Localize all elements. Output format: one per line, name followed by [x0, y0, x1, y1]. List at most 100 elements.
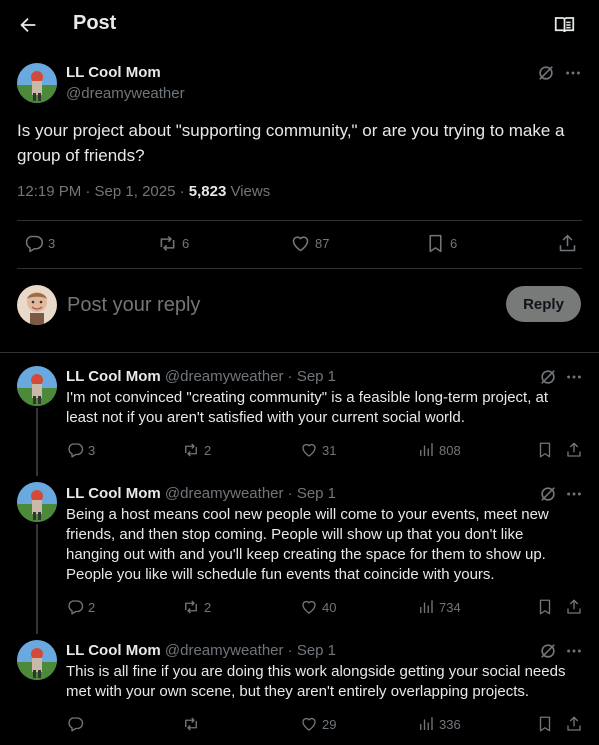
grok-icon[interactable] [537, 64, 555, 82]
reply-button[interactable] [66, 715, 88, 733]
author-name[interactable]: LL Cool Mom [66, 642, 161, 659]
like-count: 87 [315, 236, 330, 251]
thread-line [36, 408, 38, 476]
repost-button[interactable]: 2 [182, 598, 211, 616]
grok-icon[interactable] [539, 485, 557, 503]
bar-chart-icon [417, 598, 435, 616]
post-time[interactable]: 12:19 PM · Sep 1, 2025 · [17, 183, 189, 200]
avatar[interactable] [17, 63, 57, 103]
like-count: 31 [322, 442, 337, 458]
share-button[interactable] [557, 233, 578, 254]
divider [17, 268, 582, 269]
author-name[interactable]: LL Cool Mom [66, 64, 161, 81]
post-meta: 12:19 PM · Sep 1, 2025 · 5,823 Views [17, 183, 270, 200]
share-button[interactable] [565, 441, 583, 459]
reply-icon [66, 598, 84, 616]
post-date[interactable]: · Sep 1 [284, 368, 336, 385]
reply-header: LL Cool Mom @dreamyweather · Sep 1 [66, 485, 336, 502]
avatar[interactable] [17, 366, 57, 406]
share-button[interactable] [565, 598, 583, 616]
reply-text: I'm not convinced "creating community" i… [66, 389, 549, 426]
bar-chart-icon [417, 715, 435, 733]
reply-button[interactable]: 3 [23, 233, 55, 254]
reply-button[interactable]: 2 [66, 598, 95, 616]
author-handle[interactable]: @dreamyweather [165, 368, 284, 385]
repost-count: 2 [204, 599, 212, 615]
repost-count: 2 [204, 442, 212, 458]
like-button[interactable]: 87 [290, 233, 329, 254]
views-button[interactable]: 336 [417, 715, 461, 733]
like-button[interactable]: 31 [300, 441, 336, 459]
reply-count: 3 [88, 442, 96, 458]
post-date[interactable]: · Sep 1 [284, 485, 336, 502]
repost-icon [182, 598, 200, 616]
bar-chart-icon [417, 441, 435, 459]
author-handle[interactable]: @dreamyweather [165, 642, 284, 659]
reply-button[interactable]: 3 [66, 441, 95, 459]
bookmark-icon [536, 715, 554, 733]
views-label: Views [226, 183, 271, 200]
more-icon[interactable] [565, 485, 583, 503]
bookmark-count: 6 [450, 236, 458, 251]
repost-button[interactable]: 6 [157, 233, 189, 254]
views-count: 336 [439, 716, 461, 732]
open-book-icon[interactable] [554, 15, 575, 35]
reply-header: LL Cool Mom @dreamyweather · Sep 1 [66, 368, 336, 385]
more-icon[interactable] [565, 642, 583, 660]
heart-icon [300, 441, 318, 459]
avatar[interactable] [17, 482, 57, 522]
repost-icon [157, 233, 178, 254]
bookmark-button[interactable] [536, 598, 554, 616]
share-icon [565, 441, 583, 459]
share-icon [557, 233, 578, 254]
reply-submit-button[interactable]: Reply [506, 286, 581, 322]
grok-icon[interactable] [539, 368, 557, 386]
top-bar: Post [0, 0, 599, 50]
like-button[interactable]: 29 [300, 715, 336, 733]
user-avatar[interactable] [17, 285, 57, 325]
reply-count: 2 [88, 599, 96, 615]
divider [0, 352, 599, 353]
bookmark-button[interactable] [536, 715, 554, 733]
repost-count: 6 [182, 236, 190, 251]
reply-input[interactable] [67, 294, 467, 317]
more-icon[interactable] [564, 64, 582, 82]
bookmark-button[interactable]: 6 [425, 233, 457, 254]
author-handle[interactable]: @dreamyweather [165, 485, 284, 502]
avatar[interactable] [17, 640, 57, 680]
reply-icon [23, 233, 44, 254]
repost-button[interactable] [182, 715, 204, 733]
repost-icon [182, 441, 200, 459]
bookmark-icon [536, 441, 554, 459]
share-icon [565, 598, 583, 616]
views-count: 808 [439, 442, 461, 458]
share-icon [565, 715, 583, 733]
author-name[interactable]: LL Cool Mom [66, 368, 161, 385]
bookmark-icon [536, 598, 554, 616]
more-icon[interactable] [565, 368, 583, 386]
views-button[interactable]: 808 [417, 441, 461, 459]
reply-text: Being a host means cool new people will … [66, 506, 549, 583]
author-handle[interactable]: @dreamyweather [66, 85, 185, 102]
post-date[interactable]: · Sep 1 [284, 642, 336, 659]
arrow-left-icon[interactable] [17, 14, 39, 36]
like-count: 29 [322, 716, 337, 732]
reply-icon [66, 441, 84, 459]
bookmark-button[interactable] [536, 441, 554, 459]
reply-count: 3 [48, 236, 56, 251]
repost-button[interactable]: 2 [182, 441, 211, 459]
share-button[interactable] [565, 715, 583, 733]
thread-line [36, 524, 38, 634]
like-count: 40 [322, 599, 337, 615]
views-count: 5,823 [188, 183, 227, 200]
author-name[interactable]: LL Cool Mom [66, 485, 161, 502]
grok-icon[interactable] [539, 642, 557, 660]
views-button[interactable]: 734 [417, 598, 461, 616]
heart-icon [300, 715, 318, 733]
reply-icon [66, 715, 84, 733]
divider [17, 220, 582, 221]
page-title: Post [73, 12, 117, 34]
like-button[interactable]: 40 [300, 598, 336, 616]
reply-text: This is all fine if you are doing this w… [66, 663, 566, 700]
heart-icon [290, 233, 311, 254]
